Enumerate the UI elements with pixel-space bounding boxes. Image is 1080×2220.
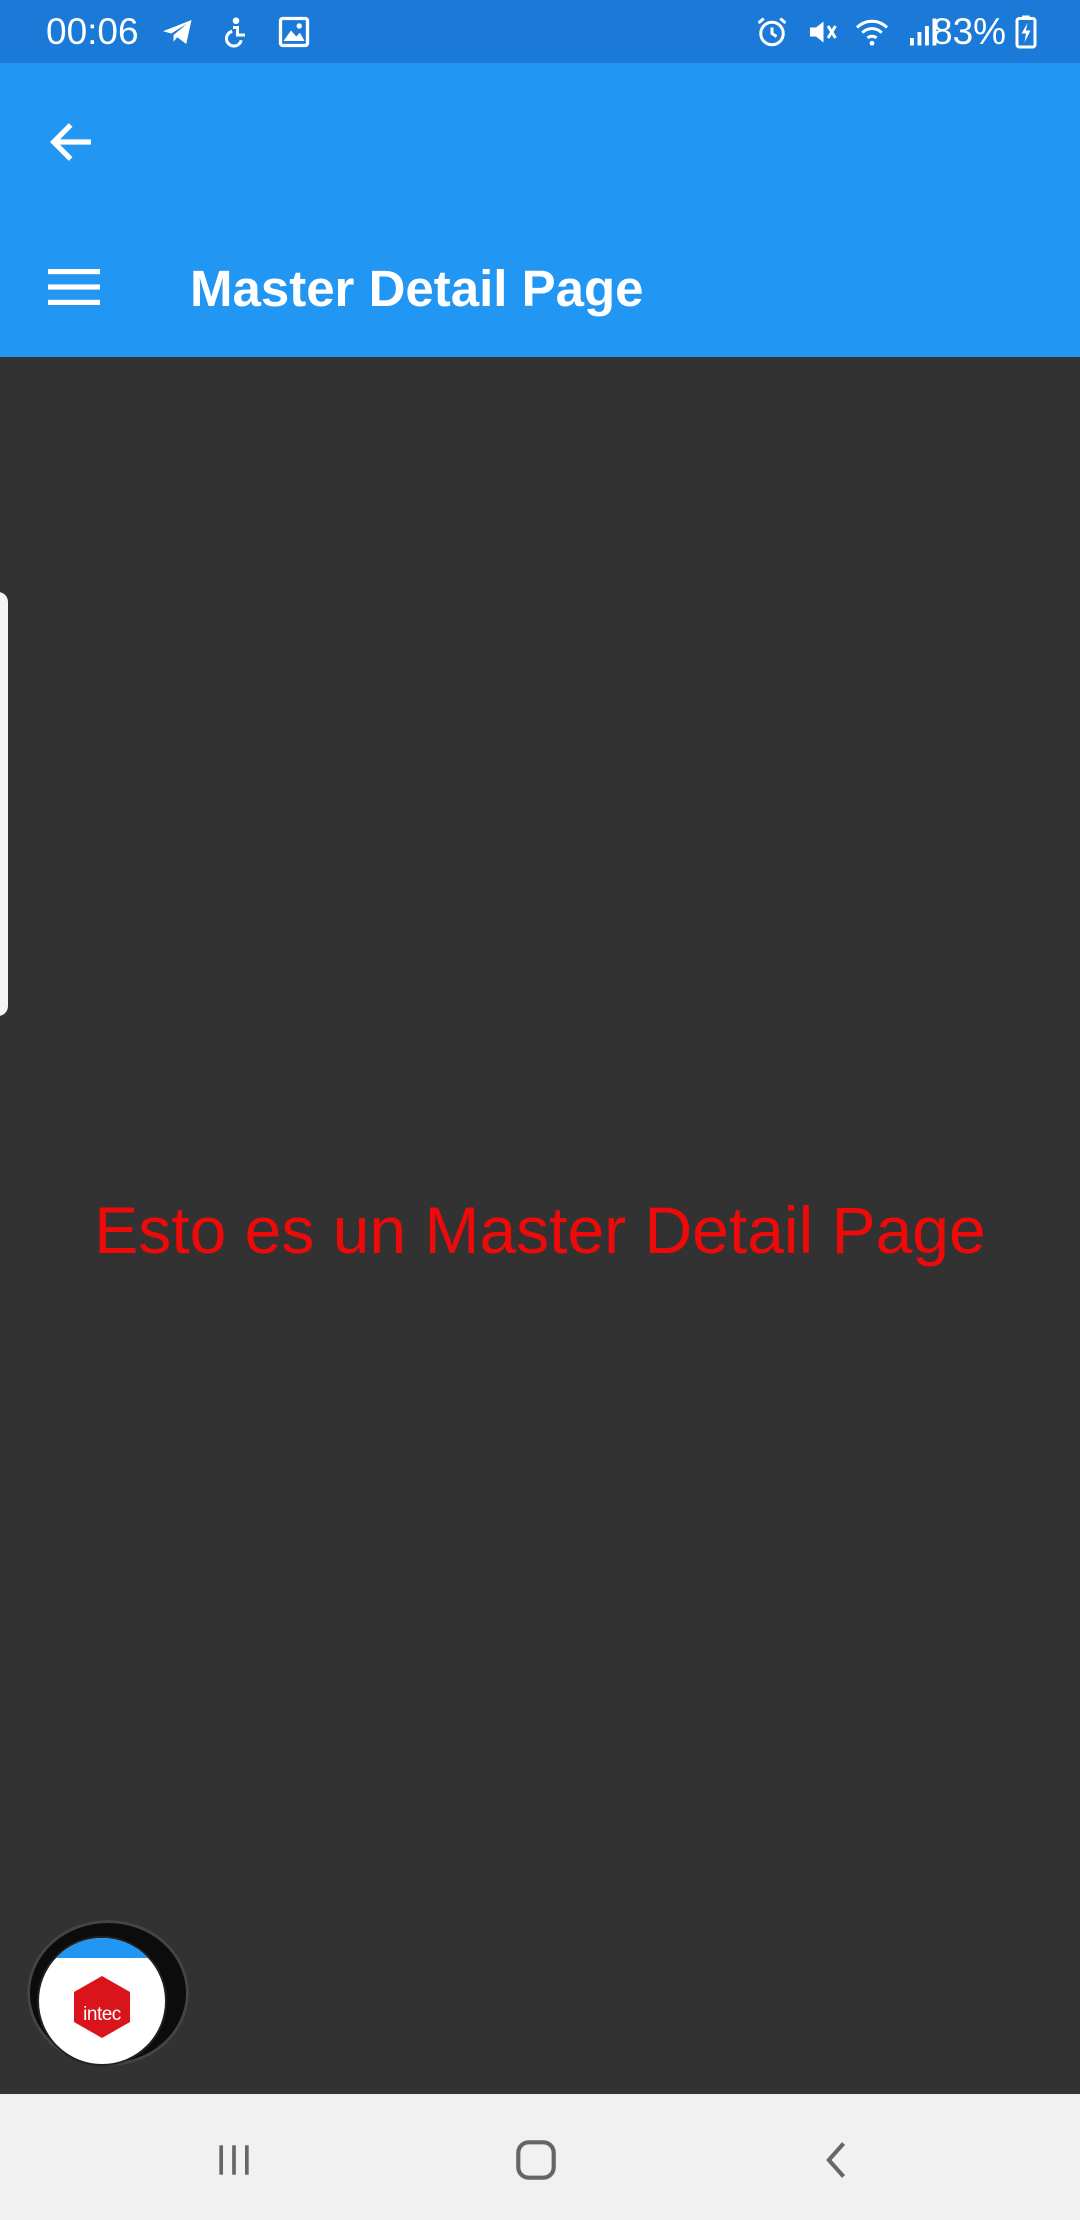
recents-button[interactable] <box>204 2130 264 2190</box>
menu-button[interactable] <box>36 257 112 317</box>
vibrate-mute-icon <box>810 21 837 43</box>
system-back-button[interactable] <box>808 2130 868 2190</box>
back-icon <box>826 2142 846 2178</box>
content-message: Esto es un Master Detail Page <box>94 1193 986 1267</box>
battery-charging-icon <box>1015 15 1037 49</box>
drawer-edge-handle[interactable] <box>0 592 8 1016</box>
accessibility-icon <box>225 17 245 48</box>
back-button[interactable] <box>36 107 106 177</box>
telegram-icon <box>163 20 192 44</box>
alarm-icon <box>757 17 787 47</box>
recents-icon <box>219 2145 249 2175</box>
status-left-icons <box>160 14 312 50</box>
battery-percent: 83% <box>932 11 1007 52</box>
page-title: Master Detail Page <box>190 260 644 317</box>
app-bar: Master Detail Page <box>0 63 1080 357</box>
arrow-back-icon <box>49 123 91 161</box>
status-time: 00:06 <box>46 11 139 52</box>
hamburger-menu-icon <box>48 269 100 305</box>
bubble-preview: intec <box>37 1936 167 2066</box>
status-bar: 00:06 83% <box>0 0 1080 63</box>
logo-text: intec <box>83 2004 121 2025</box>
floating-app-bubble[interactable]: intec <box>27 1920 189 2066</box>
home-button[interactable] <box>506 2130 566 2190</box>
home-icon <box>516 2140 556 2180</box>
gallery-icon <box>278 16 310 48</box>
status-right-icons <box>754 14 940 50</box>
wifi-icon <box>855 19 889 46</box>
navigation-bar <box>0 2094 1080 2220</box>
bubble-top-band <box>39 1938 165 1958</box>
